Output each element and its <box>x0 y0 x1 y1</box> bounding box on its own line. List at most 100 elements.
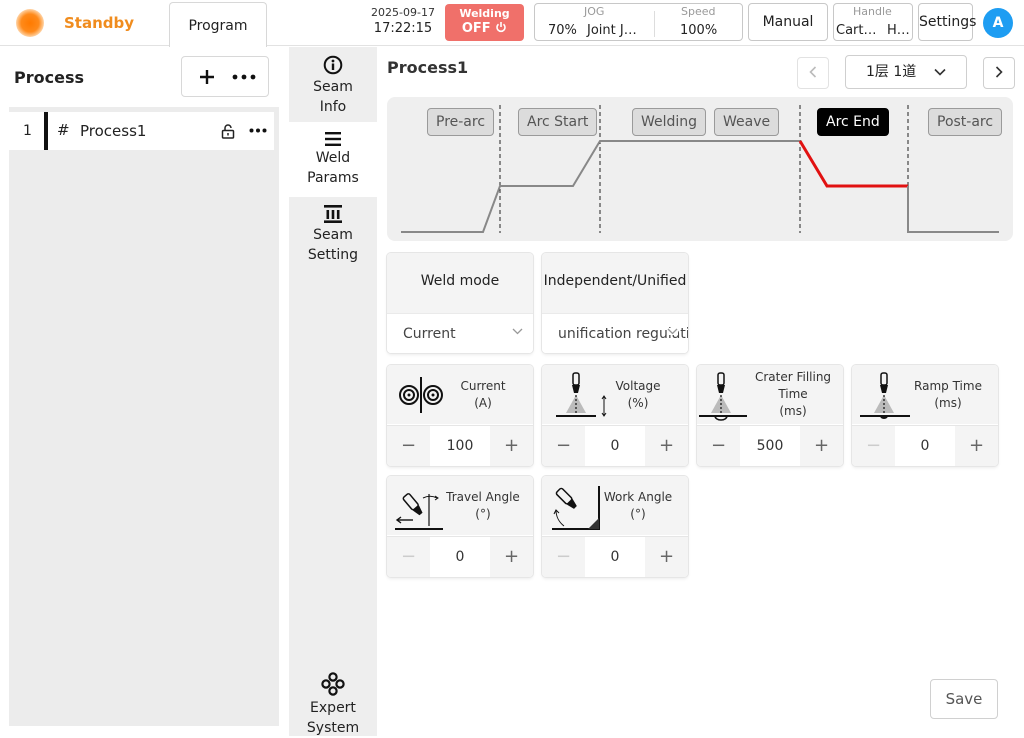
decrement-button[interactable]: − <box>542 537 585 577</box>
weld-mode-card: Weld mode Current <box>387 253 533 353</box>
param-card-ramp-time: Ramp Time (ms) − 0 + <box>852 365 998 466</box>
handle-value-mode: H… <box>887 23 910 38</box>
nav-expert-system[interactable]: Expert System <box>289 672 377 736</box>
param-value[interactable]: 0 <box>585 537 645 577</box>
list-item[interactable]: 1 # Process1 <box>9 112 274 150</box>
decrement-button[interactable]: − <box>852 426 895 466</box>
more-icon[interactable] <box>249 128 267 133</box>
top-bar: Standby Program 2025-09-17 17:22:15 Weld… <box>0 0 1024 47</box>
param-label: Crater Filling Time (ms) <box>754 370 832 418</box>
increment-button[interactable]: + <box>955 426 998 466</box>
param-label: Work Angle (°) <box>603 489 673 521</box>
nav-label: Setting <box>307 247 359 263</box>
chevron-left-icon <box>809 66 817 78</box>
prev-button[interactable] <box>797 57 829 89</box>
weld-mode-value: Current <box>403 326 456 342</box>
nav-label: Params <box>307 170 359 186</box>
info-icon <box>323 55 343 75</box>
phase-chip-arc-end[interactable]: Arc End <box>817 108 889 136</box>
param-value[interactable]: 0 <box>585 426 645 466</box>
process-name: Process1 <box>80 122 147 140</box>
param-value[interactable]: 0 <box>430 537 490 577</box>
process-list: 1 # Process1 <box>9 107 279 726</box>
list-icon <box>325 132 341 146</box>
status-label: Standby <box>64 14 135 32</box>
profile-line-active <box>798 140 908 188</box>
travel-angle-stepper: − 0 + <box>387 536 533 577</box>
power-icon <box>496 22 506 33</box>
param-label: Ramp Time (ms) <box>914 378 982 410</box>
nav-weld-params[interactable]: Weld Params <box>289 122 377 197</box>
avatar[interactable]: A <box>983 8 1013 38</box>
hash-icon: # <box>57 121 70 139</box>
param-card-travel-angle: Travel Angle (°) − 0 + <box>387 476 533 577</box>
layer-select[interactable]: 1层 1道 <box>845 55 967 89</box>
panel-title: Process <box>14 68 84 87</box>
profile-line <box>907 186 999 233</box>
ramp-time-stepper: − 0 + <box>852 425 998 466</box>
more-icon[interactable] <box>232 74 256 80</box>
param-card-crater-filling-time: Crater Filling Time (ms) − 500 + <box>697 365 843 466</box>
chevron-right-icon <box>995 66 1003 78</box>
increment-button[interactable]: + <box>800 426 843 466</box>
tab-program[interactable]: Program <box>169 2 267 47</box>
nav-seam-setting[interactable]: Seam Setting <box>289 205 377 271</box>
seam-setting-icon <box>324 205 342 223</box>
phase-chip-post-arc[interactable]: Post-arc <box>928 108 1003 136</box>
param-value[interactable]: 500 <box>740 426 800 466</box>
current-stepper: − 100 + <box>387 425 533 466</box>
section-nav: Seam Info Weld Params Seam Setting Exper… <box>289 47 377 736</box>
process-panel: Process 1 # Process1 <box>0 47 289 736</box>
jog-mode: Joint J… <box>587 23 637 38</box>
decrement-button[interactable]: − <box>697 426 740 466</box>
expert-icon <box>321 672 345 696</box>
voltage-stepper: − 0 + <box>542 425 688 466</box>
settings-button[interactable]: Settings <box>918 3 976 41</box>
layer-value: 1层 1道 <box>866 64 917 80</box>
welding-toggle-button[interactable]: Welding OFF <box>445 4 524 41</box>
param-card-voltage: Voltage (%) − 0 + <box>542 365 688 466</box>
torch-crater-icon <box>699 372 747 421</box>
decrement-button[interactable]: − <box>387 426 430 466</box>
date-text: 2025-09-17 <box>371 6 435 19</box>
param-value[interactable]: 100 <box>430 426 490 466</box>
handle-button[interactable]: Handle Cart… H… <box>833 3 913 41</box>
nav-label: Weld <box>315 150 351 166</box>
jog-speed-box[interactable]: JOG 70% Joint J… Speed 100% <box>534 3 743 41</box>
handle-label: Handle <box>853 5 892 18</box>
independent-unified-select[interactable]: unification regulation <box>542 313 688 353</box>
welding-state: OFF <box>461 21 491 36</box>
phase-chip-weave[interactable]: Weave <box>714 108 780 136</box>
handle-value-coord: Cart… <box>836 23 877 38</box>
phase-chip-pre-arc[interactable]: Pre-arc <box>427 108 495 136</box>
add-icon[interactable] <box>199 69 215 85</box>
increment-button[interactable]: + <box>490 537 533 577</box>
manual-button[interactable]: Manual <box>748 3 828 41</box>
next-button[interactable] <box>983 57 1015 89</box>
increment-button[interactable]: + <box>645 426 688 466</box>
param-label: Travel Angle (°) <box>446 489 520 521</box>
increment-button[interactable]: + <box>490 426 533 466</box>
speed-value: 100% <box>680 23 718 38</box>
param-card-work-angle: Work Angle (°) − 0 + <box>542 476 688 577</box>
nav-seam-info[interactable]: Seam Info <box>289 55 377 121</box>
nav-label: Info <box>319 99 347 115</box>
weld-phase-diagram: Pre-arc Arc Start Welding Weave Arc End … <box>387 97 1013 241</box>
phase-chip-welding[interactable]: Welding <box>632 108 707 136</box>
weld-mode-label: Weld mode <box>420 273 500 289</box>
unlock-icon[interactable] <box>221 124 235 139</box>
decrement-button[interactable]: − <box>387 537 430 577</box>
status-indicator-icon <box>16 9 44 37</box>
param-value[interactable]: 0 <box>895 426 955 466</box>
independent-unified-card: Independent/Unified unification regulati… <box>542 253 688 353</box>
phase-chip-arc-start[interactable]: Arc Start <box>518 108 598 136</box>
weld-mode-select[interactable]: Current <box>387 313 533 353</box>
welding-label: Welding <box>459 7 510 20</box>
independent-unified-label: Independent/Unified <box>543 273 687 289</box>
jog-label: JOG <box>584 5 605 18</box>
increment-button[interactable]: + <box>645 537 688 577</box>
save-button[interactable]: Save <box>930 679 998 719</box>
datetime: 2025-09-17 17:22:15 <box>366 6 440 36</box>
decrement-button[interactable]: − <box>542 426 585 466</box>
nav-label: System <box>306 720 360 736</box>
